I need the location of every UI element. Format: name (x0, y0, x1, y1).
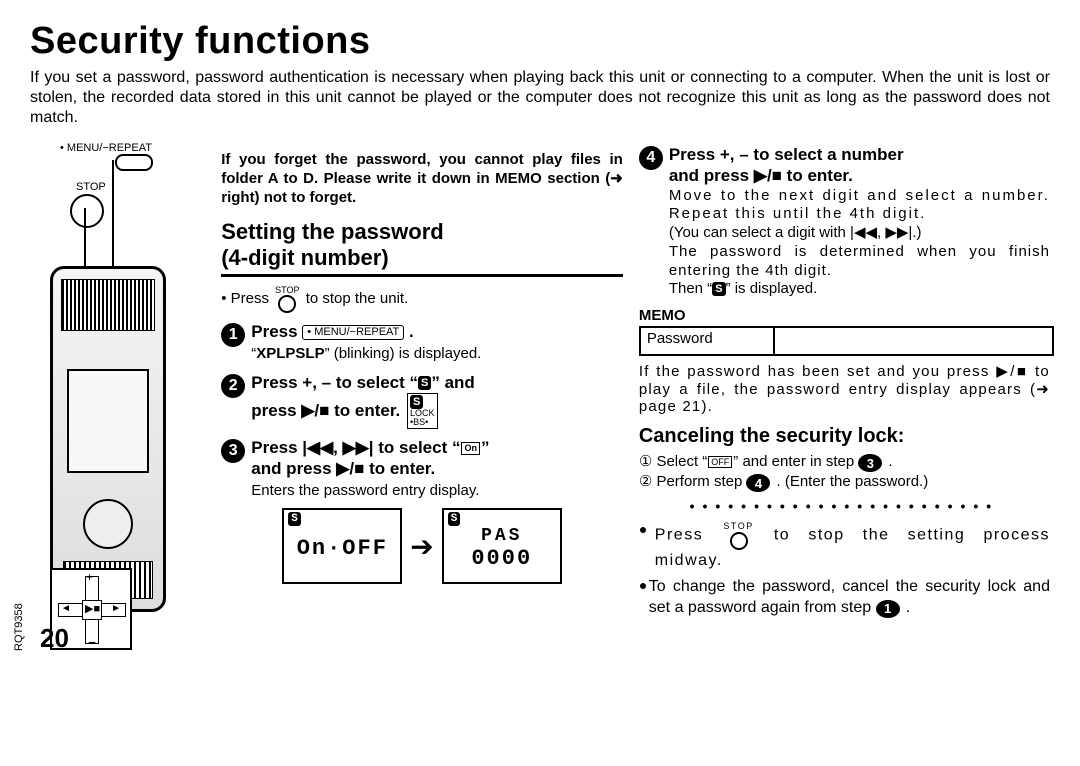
lcd-preview-row: S On·OFF ➔ S PAS 0000 (221, 508, 623, 584)
lock-badge-icon: S LOCK •BS• (407, 393, 438, 429)
step-ref-icon: 3 (858, 454, 882, 472)
recorder-body (50, 266, 166, 612)
canceling-heading: Canceling the security lock: (639, 425, 1050, 448)
menu-repeat-icon: • MENU/−REPEAT (302, 325, 404, 340)
step-4: 4 Press +, – to select a number and pres… (639, 144, 1050, 299)
memo-label: Password (641, 328, 775, 354)
play-stop-icon: ▶/■ (336, 459, 364, 478)
jog-wheel-icon (83, 499, 133, 549)
cancel-step-2: ② Perform step 4. (Enter the password.) (639, 472, 1050, 492)
setting-password-heading: Setting the password (4-digit number) (221, 219, 623, 270)
tip-2: ● To change the password, cancel the sec… (639, 576, 1050, 619)
speaker-grille-icon (61, 279, 155, 331)
arrow-right-icon: ➔ (410, 530, 433, 563)
lcd-pass-icon: S PAS 0000 (442, 508, 562, 584)
on-segment-icon: On (461, 442, 480, 455)
after-memo-text: If the password has been set and you pre… (639, 362, 1050, 415)
pre-step: • Press STOP to stop the unit. (221, 285, 623, 313)
forget-password-note: If you forget the password, you cannot p… (221, 151, 623, 207)
memo-box: Password (639, 326, 1054, 356)
s-icon: S (418, 376, 431, 390)
step-ref-icon: 4 (746, 474, 770, 492)
tip-1: ● Press STOP to stop the setting process… (639, 520, 1050, 572)
heading-rule (221, 274, 623, 277)
rew-ff-icon: |◀◀, ▶▶| (302, 438, 373, 457)
step-1: 1 Press • MENU/−REPEAT . “XPLPSLP” (blin… (221, 321, 623, 364)
step-number-icon: 2 (221, 374, 245, 398)
device-illustration: • MENU/−REPEAT STOP + − ▶■ (30, 136, 190, 656)
doc-code: RQT9358 (13, 603, 25, 651)
device-lcd-icon (67, 369, 149, 473)
dotted-separator: •••••••••••••••••••••••• (639, 498, 1050, 514)
play-stop-icon: ▶/■ (301, 401, 329, 420)
stop-icon: STOP (723, 520, 753, 550)
step-3: 3 Press |◀◀, ▶▶| to select “On” and pres… (221, 437, 623, 500)
stop-icon: STOP (275, 285, 299, 313)
s-icon: S (712, 282, 725, 296)
step-number-icon: 3 (221, 439, 245, 463)
menu-repeat-label: • MENU/−REPEAT (60, 142, 152, 154)
page-title: Security functions (30, 20, 1050, 63)
intro-paragraph: If you set a password, password authenti… (30, 68, 1050, 128)
memo-heading: MEMO (639, 307, 1050, 324)
memo-field (775, 328, 1052, 354)
play-stop-icon: ▶/■ (996, 363, 1028, 380)
lcd-on-off-icon: S On·OFF (282, 508, 402, 584)
stop-button-icon (70, 194, 104, 228)
stop-label: STOP (76, 181, 106, 193)
off-segment-icon: OFF (708, 456, 732, 468)
cancel-step-1: ① Select “OFF” and enter in step 3. (639, 452, 1050, 472)
menu-repeat-button-icon (115, 154, 153, 171)
step-ref-icon: 1 (876, 600, 900, 618)
step-2: 2 Press +, – to select “S” and press ▶/■… (221, 372, 623, 429)
page-number: 20 (40, 623, 69, 654)
step-number-icon: 4 (639, 146, 663, 170)
play-stop-icon: ▶/■ (754, 166, 782, 185)
step-number-icon: 1 (221, 323, 245, 347)
rew-ff-icon: |◀◀, ▶▶| (850, 224, 912, 241)
